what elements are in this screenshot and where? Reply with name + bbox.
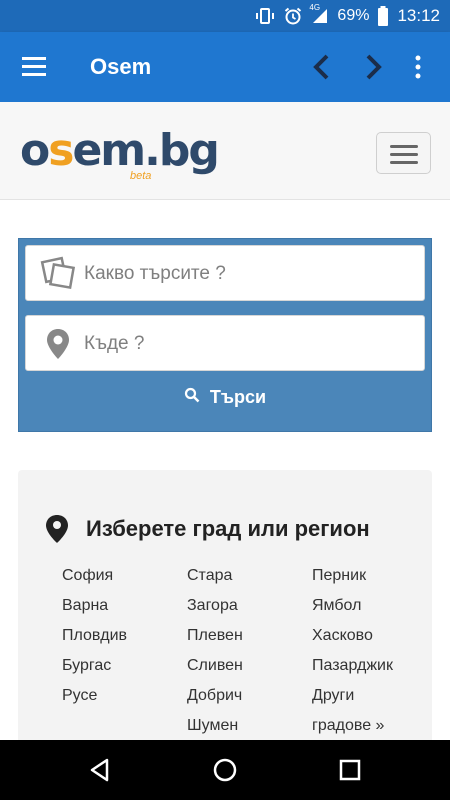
vibrate-icon	[255, 6, 275, 26]
what-placeholder: Какво търсите ?	[84, 263, 226, 284]
recents-square-icon[interactable]	[336, 756, 364, 784]
search-icon	[184, 387, 200, 408]
city-column-3: Перник Ямбол Хасково Пазарджик Други гра…	[312, 566, 437, 746]
city-column-2: Стара Загора Плевен Сливен Добрич Шумен	[187, 566, 312, 746]
city-link[interactable]: Перник	[312, 566, 437, 596]
system-nav-bar	[0, 740, 450, 800]
tags-icon	[40, 256, 76, 292]
city-link[interactable]: Пазарджик	[312, 656, 437, 686]
search-panel: Какво търсите ? Къде ? Търси	[18, 238, 432, 432]
city-link[interactable]: Хасково	[312, 626, 437, 656]
hamburger-menu-icon[interactable]	[20, 54, 50, 80]
city-link[interactable]: Добрич	[187, 686, 312, 716]
back-chevron-icon[interactable]	[305, 50, 339, 84]
search-button-label: Търси	[209, 386, 267, 407]
city-link[interactable]: Бургас	[62, 656, 187, 686]
menu-bar-icon	[390, 161, 418, 164]
battery-percent: 69%	[337, 7, 370, 24]
location-pin-icon	[40, 326, 76, 362]
city-link[interactable]: Плевен	[187, 626, 312, 656]
what-search-input[interactable]: Какво търсите ?	[25, 245, 425, 301]
site-menu-toggle-button[interactable]	[376, 132, 431, 174]
signal-icon: 4G	[309, 3, 329, 25]
clock: 13:12	[397, 6, 440, 25]
city-link[interactable]: Сливен	[187, 656, 312, 686]
menu-bar-icon	[390, 153, 418, 156]
where-search-input[interactable]: Къде ?	[25, 315, 425, 371]
app-bar: Osem	[0, 32, 450, 102]
region-title: Изберете град или регион	[86, 516, 370, 541]
city-link[interactable]: Русе	[62, 686, 187, 716]
city-link[interactable]: Загора	[187, 596, 312, 626]
battery-icon	[377, 6, 389, 26]
city-link[interactable]: Ямбол	[312, 596, 437, 626]
logo-beta-badge: beta	[130, 170, 152, 182]
city-link[interactable]: София	[62, 566, 187, 596]
alarm-icon	[283, 6, 303, 26]
city-link[interactable]: Варна	[62, 596, 187, 626]
region-panel: Изберете град или регион София Варна Пло…	[18, 470, 432, 760]
back-triangle-icon[interactable]	[86, 756, 114, 784]
site-logo[interactable]: osem.bg	[20, 128, 220, 174]
city-link[interactable]: Други	[312, 686, 437, 716]
city-link[interactable]: Пловдив	[62, 626, 187, 656]
search-button[interactable]: Търси	[19, 379, 431, 415]
map-marker-icon	[44, 514, 70, 544]
app-title: Osem	[90, 54, 152, 79]
network-type: 4G	[309, 3, 321, 12]
where-placeholder: Къде ?	[84, 333, 145, 354]
home-circle-icon[interactable]	[211, 756, 239, 784]
city-link[interactable]: Стара	[187, 566, 312, 596]
status-bar: 4G 69% 13:12	[0, 0, 450, 32]
city-column-1: София Варна Пловдив Бургас Русе	[62, 566, 187, 716]
menu-bar-icon	[390, 145, 418, 148]
status-icons: 4G 69% 13:12	[255, 0, 440, 32]
forward-chevron-icon[interactable]	[356, 50, 390, 84]
more-vert-icon[interactable]	[408, 52, 428, 82]
